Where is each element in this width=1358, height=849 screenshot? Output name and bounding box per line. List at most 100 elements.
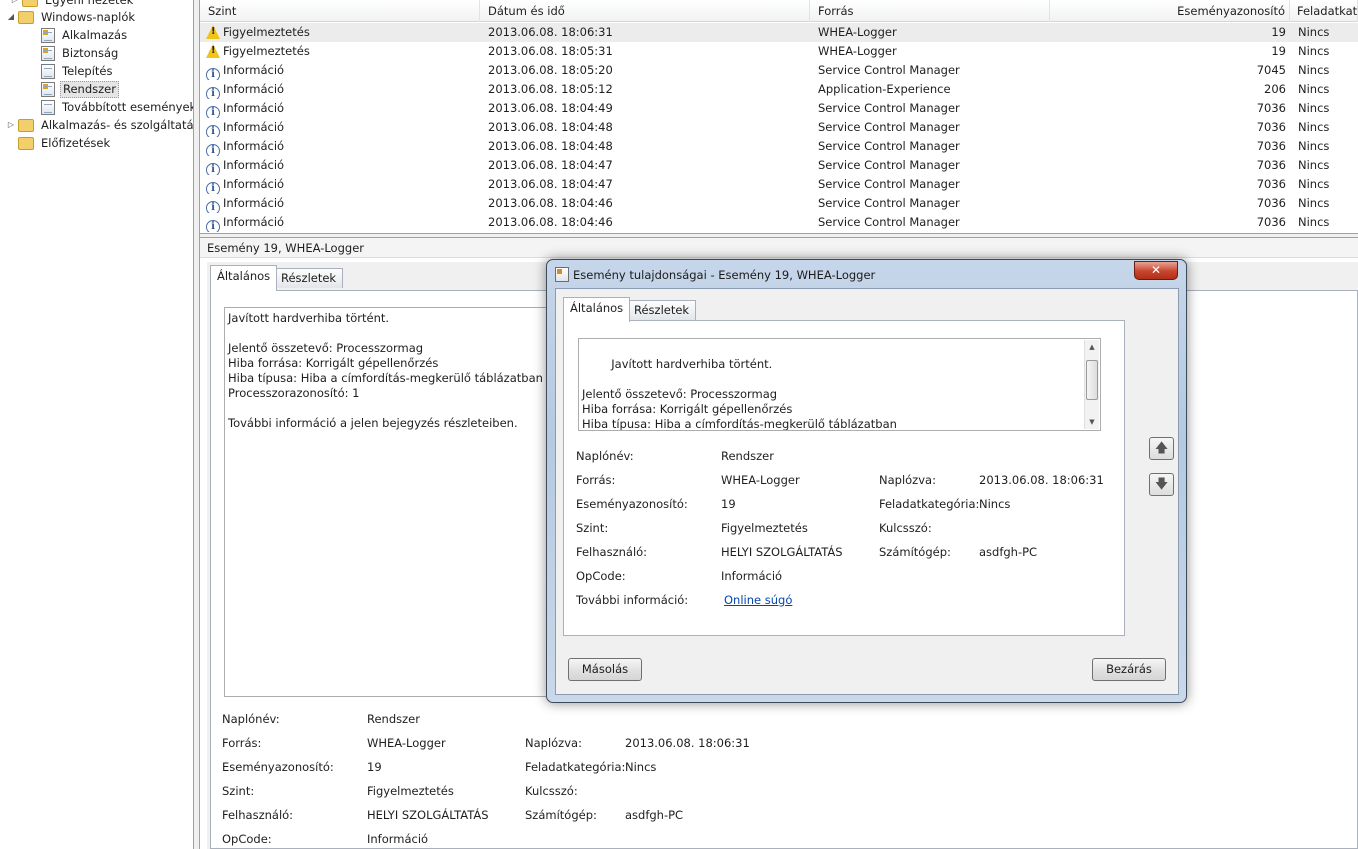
- dialog-opcode-label: OpCode:: [576, 569, 626, 583]
- tree-item-setup[interactable]: Telepítés: [41, 62, 115, 80]
- subscriptions-icon: [18, 136, 34, 150]
- table-row[interactable]: i Információ 2013.06.08. 18:04:46 Service C…: [200, 194, 1358, 213]
- close-button[interactable]: Bezárás: [1092, 658, 1166, 681]
- folder-icon: [22, 0, 38, 7]
- cell-task-category: Nincs: [1298, 215, 1330, 229]
- cell-task-category: Nincs: [1298, 101, 1330, 115]
- tree-item-system[interactable]: Rendszer: [41, 80, 119, 98]
- table-row[interactable]: i Információ 2013.06.08. 18:05:12 Applicati…: [200, 80, 1358, 99]
- dialog-log-name-label: Naplónév:: [576, 449, 634, 463]
- column-header-task-category[interactable]: Feladatkate: [1290, 0, 1358, 22]
- task-category-label: Feladatkategória:: [525, 760, 626, 774]
- level-text: Információ: [223, 158, 285, 172]
- cell-event-id: 7036: [1256, 139, 1286, 153]
- dialog-tab-details[interactable]: Részletek: [627, 300, 697, 320]
- table-row[interactable]: i Információ 2013.06.08. 18:04:47 Service C…: [200, 175, 1358, 194]
- cell-level: i Információ: [206, 137, 476, 156]
- cell-task-category: Nincs: [1298, 177, 1330, 191]
- column-header-source[interactable]: Forrás: [810, 0, 1050, 22]
- level-text: Információ: [223, 196, 285, 210]
- cell-event-id: 7036: [1256, 196, 1286, 210]
- table-row[interactable]: i Információ 2013.06.08. 18:04:48 Service C…: [200, 118, 1358, 137]
- folder-icon: [18, 10, 34, 24]
- tree-item-label: Rendszer: [60, 80, 119, 98]
- column-header-level[interactable]: Szint: [200, 0, 480, 22]
- scroll-down-arrow-icon[interactable]: ▼: [1085, 415, 1099, 429]
- tab-general[interactable]: Általános: [210, 265, 278, 291]
- dialog-level-value: Figyelmeztetés: [721, 521, 808, 535]
- dialog-event-id-value: 19: [721, 497, 736, 511]
- scroll-up-arrow-icon[interactable]: ▲: [1085, 340, 1099, 354]
- online-help-link[interactable]: Online súgó: [724, 592, 792, 608]
- folder-icon: [18, 118, 34, 132]
- column-header-event-id[interactable]: Eseményazonosító: [1050, 0, 1290, 22]
- level-text: Figyelmeztetés: [223, 25, 310, 39]
- tree-item-subscriptions[interactable]: Előfizetések: [18, 134, 112, 152]
- log-icon: [41, 81, 55, 97]
- event-list: Szint Dátum és idő Forrás Eseményazonosí…: [200, 0, 1358, 233]
- cell-source: Service Control Manager: [818, 139, 960, 153]
- tree-item-application[interactable]: Alkalmazás: [41, 26, 129, 44]
- cell-event-id: 19: [1271, 25, 1286, 39]
- navigation-tree: ▷ Egyéni nézetek ◢ Windows-naplók Alkalm…: [0, 0, 193, 849]
- vertical-splitter[interactable]: [193, 0, 200, 849]
- info-icon: i: [206, 144, 220, 156]
- cell-source: Service Control Manager: [818, 120, 960, 134]
- close-window-button[interactable]: ✕: [1134, 261, 1178, 280]
- cell-date: 2013.06.08. 18:05:20: [488, 63, 613, 77]
- cell-date: 2013.06.08. 18:04:49: [488, 101, 613, 115]
- cell-date: 2013.06.08. 18:04:46: [488, 196, 613, 210]
- log-name-value: Rendszer: [367, 712, 420, 726]
- level-label: Szint:: [222, 784, 255, 798]
- table-row[interactable]: i Információ 2013.06.08. 18:05:20 Service C…: [200, 61, 1358, 80]
- dialog-keywords-label: Kulcsszó:: [879, 521, 932, 535]
- warning-icon: [206, 44, 220, 58]
- log-name-label: Naplónév:: [222, 712, 280, 726]
- user-label: Felhasználó:: [222, 808, 294, 822]
- table-row[interactable]: i Információ 2013.06.08. 18:04:49 Service C…: [200, 99, 1358, 118]
- tab-details[interactable]: Részletek: [274, 268, 344, 288]
- info-icon: i: [206, 68, 220, 80]
- cell-event-id: 7045: [1256, 63, 1286, 77]
- tree-item-security[interactable]: Biztonság: [41, 44, 120, 62]
- tree-item-label: Biztonság: [62, 46, 119, 60]
- dialog-event-description[interactable]: Javított hardverhiba történt. Jelentő ös…: [578, 338, 1101, 431]
- tree-item-forwarded-events[interactable]: Továbbított események: [41, 98, 193, 116]
- level-text: Információ: [223, 139, 285, 153]
- cell-level: Figyelmeztetés: [206, 23, 476, 42]
- tree-item-label: Előfizetések: [41, 136, 111, 150]
- table-row[interactable]: Figyelmeztetés 2013.06.08. 18:05:31 WHEA-L…: [200, 42, 1358, 61]
- level-text: Információ: [223, 63, 285, 77]
- level-text: Információ: [223, 120, 285, 134]
- info-icon: i: [206, 106, 220, 118]
- event-log-icon: [555, 267, 569, 282]
- details-title: Esemény 19, WHEA-Logger: [200, 238, 1358, 258]
- tree-item-windows-logs[interactable]: ◢ Windows-naplók: [6, 8, 137, 26]
- cell-level: i Információ: [206, 80, 476, 99]
- scroll-thumb[interactable]: [1086, 360, 1098, 400]
- dialog-logged-value: 2013.06.08. 18:06:31: [979, 473, 1104, 487]
- copy-button[interactable]: Másolás: [568, 658, 642, 681]
- description-scrollbar[interactable]: ▲ ▼: [1084, 340, 1099, 429]
- expand-arrow-icon[interactable]: ▷: [6, 116, 16, 134]
- collapse-arrow-icon[interactable]: ◢: [6, 8, 16, 26]
- dialog-tab-general[interactable]: Általános: [563, 297, 631, 322]
- list-header: Szint Dátum és idő Forrás Eseményazonosí…: [200, 0, 1358, 22]
- tree-item-app-services[interactable]: ▷ Alkalmazás- és szolgáltatásn: [6, 116, 193, 134]
- cell-task-category: Nincs: [1298, 25, 1330, 39]
- cell-event-id: 7036: [1256, 101, 1286, 115]
- table-row[interactable]: i Információ 2013.06.08. 18:04:46 Service C…: [200, 213, 1358, 232]
- dialog-task-category-value: Nincs: [979, 497, 1011, 511]
- next-event-button[interactable]: 🡇: [1149, 473, 1174, 496]
- column-header-date[interactable]: Dátum és idő: [480, 0, 810, 22]
- cell-level: i Információ: [206, 194, 476, 213]
- event-id-label: Eseményazonosító:: [222, 760, 334, 774]
- table-row[interactable]: i Információ 2013.06.08. 18:04:48 Service C…: [200, 137, 1358, 156]
- cell-date: 2013.06.08. 18:04:48: [488, 120, 613, 134]
- cell-date: 2013.06.08. 18:06:31: [488, 25, 613, 39]
- table-row[interactable]: i Információ 2013.06.08. 18:04:47 Service C…: [200, 156, 1358, 175]
- dialog-level-label: Szint:: [576, 521, 609, 535]
- cell-level: i Információ: [206, 61, 476, 80]
- previous-event-button[interactable]: 🡅: [1149, 437, 1174, 460]
- table-row[interactable]: Figyelmeztetés 2013.06.08. 18:06:31 WHEA-L…: [200, 23, 1358, 42]
